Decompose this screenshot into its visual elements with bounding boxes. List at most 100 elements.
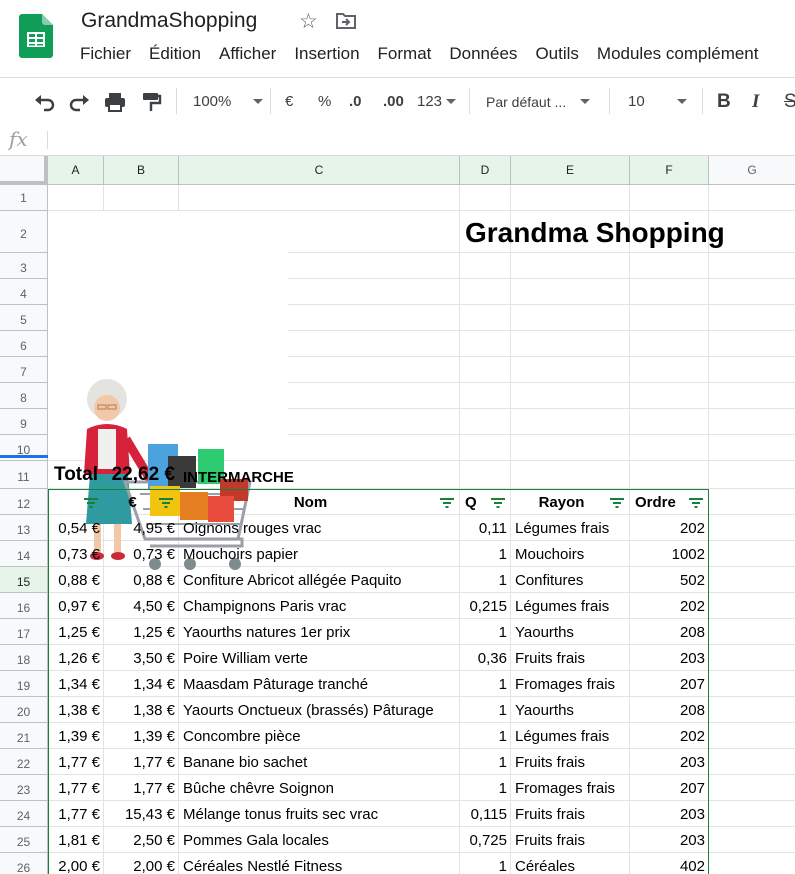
cell-aisle[interactable]: Confitures — [515, 567, 630, 595]
row-header[interactable]: 18 — [0, 645, 48, 671]
row-header[interactable]: 12 — [0, 489, 48, 515]
cell-unit-price[interactable]: 1,81 € — [48, 827, 100, 855]
cell-quantity[interactable]: 0,115 — [460, 801, 507, 829]
cell-name[interactable]: Poire William verte — [183, 645, 460, 673]
row-header[interactable]: 3 — [0, 253, 48, 279]
row-header[interactable]: 13 — [0, 515, 48, 541]
cell-aisle[interactable]: Fruits frais — [515, 749, 630, 777]
col-header-f[interactable]: F — [630, 156, 709, 185]
cell-unit-price[interactable]: 1,25 € — [48, 619, 100, 647]
currency-format-button[interactable]: € — [285, 78, 293, 125]
cell-price-per-unit[interactable]: 1,38 € — [104, 697, 175, 725]
cell-order[interactable]: 203 — [630, 801, 705, 829]
sheets-logo-icon[interactable] — [19, 14, 53, 58]
cell-price-per-unit[interactable]: 1,25 € — [104, 619, 175, 647]
row-header[interactable]: 8 — [0, 383, 48, 409]
select-all-corner[interactable] — [0, 156, 48, 185]
cell-aisle[interactable]: Yaourths — [515, 697, 630, 725]
cell-aisle[interactable]: Fruits frais — [515, 801, 630, 829]
cell-unit-price[interactable]: 2,00 € — [48, 853, 100, 874]
cell-price-per-unit[interactable]: 4,50 € — [104, 593, 175, 621]
cell-quantity[interactable]: 1 — [460, 541, 507, 569]
menu-insertion[interactable]: Insertion — [294, 44, 359, 64]
row-header[interactable]: 25 — [0, 827, 48, 853]
cell-price-per-unit[interactable]: 3,50 € — [104, 645, 175, 673]
cell-aisle[interactable]: Fruits frais — [515, 645, 630, 673]
cell-name[interactable]: Oignons rouges vrac — [183, 515, 460, 543]
menu-afficher[interactable]: Afficher — [219, 44, 276, 64]
percent-format-button[interactable]: % — [318, 78, 331, 125]
cell-aisle[interactable]: Fromages frais — [515, 775, 630, 803]
cell-aisle[interactable]: Fruits frais — [515, 827, 630, 855]
filter-icon[interactable] — [689, 498, 703, 508]
cell-name[interactable]: Yaourts Onctueux (brassés) Pâturage — [183, 697, 460, 725]
cell-name[interactable]: Pommes Gala locales — [183, 827, 460, 855]
row-header[interactable]: 22 — [0, 749, 48, 775]
cell-quantity[interactable]: 0,36 — [460, 645, 507, 673]
header-cell-c[interactable]: Nom — [179, 489, 442, 517]
font-select[interactable]: Par défaut ... — [486, 78, 591, 125]
col-header-a[interactable]: A — [48, 156, 104, 185]
redo-icon[interactable] — [68, 92, 90, 112]
print-icon[interactable] — [104, 91, 126, 113]
cell-unit-price[interactable]: 0,54 € — [48, 515, 100, 543]
row-header[interactable]: 11 — [0, 461, 48, 489]
col-header-e[interactable]: E — [511, 156, 630, 185]
cell-unit-price[interactable]: 1,26 € — [48, 645, 100, 673]
cell-unit-price[interactable]: 1,34 € — [48, 671, 100, 699]
increase-decimal-button[interactable]: .00 — [383, 78, 404, 125]
italic-button[interactable]: I — [752, 78, 759, 125]
cell-price-per-unit[interactable]: 2,00 € — [104, 853, 175, 874]
total-label[interactable]: Total — [54, 462, 98, 488]
sheet-grid[interactable]: A B C D E F G 1 2 3 4 5 6 7 8 9 10 11 12 13 14 15 16 17 1… — [0, 156, 795, 874]
filter-icon[interactable] — [440, 498, 454, 508]
filter-icon[interactable] — [491, 498, 505, 508]
cell-aisle[interactable]: Légumes frais — [515, 515, 630, 543]
cell-quantity[interactable]: 1 — [460, 671, 507, 699]
cell-order[interactable]: 203 — [630, 645, 705, 673]
row-header[interactable]: 7 — [0, 357, 48, 383]
cell-aisle[interactable]: Légumes frais — [515, 593, 630, 621]
cell-price-per-unit[interactable]: 1,77 € — [104, 749, 175, 777]
row-header[interactable]: 6 — [0, 331, 48, 357]
filter-icon[interactable] — [610, 498, 624, 508]
cell-quantity[interactable]: 1 — [460, 749, 507, 777]
cell-unit-price[interactable]: 0,73 € — [48, 541, 100, 569]
row-header[interactable]: 26 — [0, 853, 48, 874]
cell-name[interactable]: Confiture Abricot allégée Paquito — [183, 567, 460, 595]
number-format-select[interactable]: 123 — [417, 78, 457, 125]
document-title[interactable]: GrandmaShopping — [81, 9, 257, 33]
cell-aisle[interactable]: Mouchoirs — [515, 541, 630, 569]
row-header[interactable]: 1 — [0, 185, 48, 211]
row-header[interactable]: 14 — [0, 541, 48, 567]
cell-order[interactable]: 208 — [630, 697, 705, 725]
cell-name[interactable]: Mélange tonus fruits sec vrac — [183, 801, 460, 829]
row-header[interactable]: 19 — [0, 671, 48, 697]
sheet-title[interactable]: Grandma Shopping — [465, 214, 725, 252]
row-header[interactable]: 16 — [0, 593, 48, 619]
store-name[interactable]: INTERMARCHE — [183, 466, 294, 490]
cell-price-per-unit[interactable]: 2,50 € — [104, 827, 175, 855]
cell-order[interactable]: 202 — [630, 515, 705, 543]
cell-price-per-unit[interactable]: 1,77 € — [104, 775, 175, 803]
menu-edition[interactable]: Édition — [149, 44, 201, 64]
cell-unit-price[interactable]: 0,97 € — [48, 593, 100, 621]
cell-unit-price[interactable]: 1,39 € — [48, 723, 100, 751]
row-header[interactable]: 21 — [0, 723, 48, 749]
decrease-decimal-button[interactable]: .0 — [349, 78, 362, 125]
cell-price-per-unit[interactable]: 15,43 € — [104, 801, 175, 829]
cell-order[interactable]: 208 — [630, 619, 705, 647]
total-value[interactable]: 22,62 € — [104, 462, 175, 488]
filter-icon[interactable] — [159, 498, 173, 508]
cell-aisle[interactable]: Céréales — [515, 853, 630, 874]
cell-price-per-unit[interactable]: 1,39 € — [104, 723, 175, 751]
paint-format-icon[interactable] — [140, 91, 162, 113]
cell-unit-price[interactable]: 1,77 € — [48, 801, 100, 829]
cell-name[interactable]: Champignons Paris vrac — [183, 593, 460, 621]
cell-name[interactable]: Maasdam Pâturage tranché — [183, 671, 460, 699]
cell-name[interactable]: Céréales Nestlé Fitness — [183, 853, 460, 874]
cell-name[interactable]: Concombre pièce — [183, 723, 460, 751]
cell-quantity[interactable]: 1 — [460, 619, 507, 647]
menu-outils[interactable]: Outils — [535, 44, 578, 64]
menu-format[interactable]: Format — [378, 44, 432, 64]
